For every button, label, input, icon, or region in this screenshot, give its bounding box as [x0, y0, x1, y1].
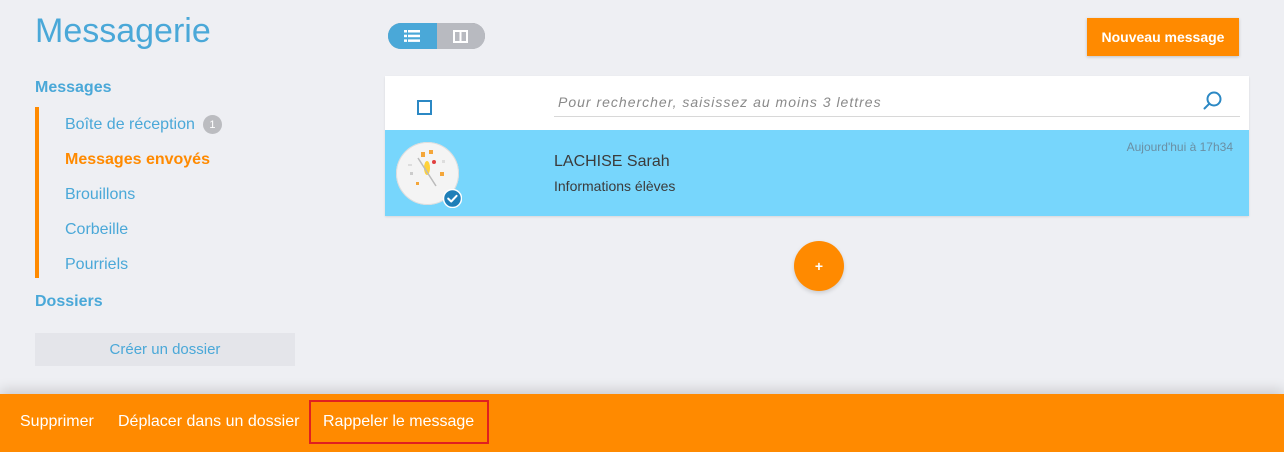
list-icon	[404, 30, 421, 42]
message-list-panel: LACHISE Sarah Informations élèves Aujour…	[385, 76, 1249, 216]
list-view-button[interactable]	[388, 23, 437, 49]
sidebar-item-label: Boîte de réception	[65, 115, 195, 133]
select-all-checkbox[interactable]	[417, 100, 432, 115]
sidebar-item-label: Messages envoyés	[65, 150, 210, 168]
folders-heading: Dossiers	[35, 293, 103, 310]
sidebar-item-drafts[interactable]: Brouillons	[39, 177, 275, 212]
search-bar	[554, 88, 1240, 117]
unread-count-badge: 1	[202, 115, 222, 134]
message-subject: Informations élèves	[554, 178, 676, 194]
view-toggle	[388, 23, 485, 49]
message-sender: LACHISE Sarah	[554, 153, 670, 170]
page-title: Messagerie	[35, 12, 211, 50]
new-message-button[interactable]: Nouveau message	[1087, 18, 1239, 56]
delete-button[interactable]: Supprimer	[8, 400, 106, 444]
search-icon[interactable]	[1202, 90, 1224, 112]
split-view-button[interactable]	[436, 23, 485, 49]
sidebar-item-spam[interactable]: Pourriels	[39, 247, 275, 282]
sidebar-item-trash[interactable]: Corbeille	[39, 212, 275, 247]
avatar	[396, 142, 462, 208]
message-row[interactable]: LACHISE Sarah Informations élèves Aujour…	[385, 130, 1249, 216]
create-folder-button[interactable]: Créer un dossier	[35, 333, 295, 366]
sidebar-item-label: Corbeille	[65, 220, 129, 238]
load-more-button[interactable]: +	[794, 241, 844, 291]
move-to-folder-button[interactable]: Déplacer dans un dossier	[106, 400, 311, 444]
sidebar-item-label: Brouillons	[65, 185, 136, 203]
sidebar-item-inbox[interactable]: Boîte de réception 1	[39, 107, 275, 142]
messages-heading: Messages	[35, 79, 112, 96]
mailbox-nav: Boîte de réception 1 Messages envoyés Br…	[35, 107, 275, 278]
search-input[interactable]	[554, 88, 1184, 116]
sidebar-item-sent[interactable]: Messages envoyés	[39, 142, 275, 177]
recall-message-button[interactable]: Rappeler le message	[309, 400, 489, 444]
message-date: Aujourd'hui à 17h34	[1126, 140, 1233, 154]
check-badge-icon	[443, 189, 462, 208]
sidebar-item-label: Pourriels	[65, 255, 129, 273]
split-view-icon	[453, 29, 469, 43]
action-bar: Supprimer Déplacer dans un dossier Rappe…	[0, 394, 1284, 452]
